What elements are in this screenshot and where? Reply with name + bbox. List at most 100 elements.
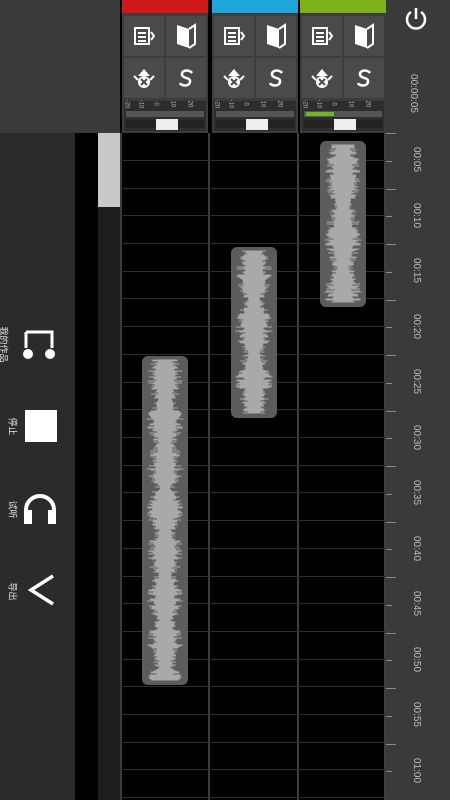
music-note-icon [23,330,55,359]
volume-slider-thumb[interactable] [156,119,178,130]
list-icon [312,27,333,45]
stop-icon [25,410,57,442]
ruler-label: 00:20 [411,313,423,340]
ruler-label: 00:05 [411,146,423,173]
sidebar: 我的作品 停止 试听 导出 [0,133,75,800]
ruler-label: 00:15 [411,257,423,284]
ruler-tick [386,494,392,495]
ruler-tick [386,605,392,606]
sidebar-item-label: 停止 [7,417,18,436]
audio-clip-track-3[interactable] [320,141,366,307]
volume-meter[interactable]: -20 -10 0 10 20 [123,100,206,131]
ruler-tick [386,383,392,384]
ruler-tick [386,216,392,217]
track-color-bar [122,0,208,13]
track-mute-button[interactable] [124,58,164,98]
grid-line [120,797,386,798]
door-icon [267,23,286,49]
track-color-bar [300,0,386,13]
ruler-label: 01:00 [411,757,423,784]
track-settings-button[interactable] [214,16,254,56]
ruler-label: 00:10 [411,202,423,229]
track-mute-button[interactable] [214,58,254,98]
ruler-tick [386,660,392,661]
grid-line [120,769,386,770]
ruler-tick [386,300,396,301]
track-mute-button[interactable] [302,58,342,98]
ruler-tick [386,244,396,245]
track-import-button[interactable] [256,16,296,56]
my-works-button[interactable]: 我的作品 [0,313,75,373]
track-import-button[interactable] [344,16,384,56]
mute-icon [223,69,245,88]
ruler-tick [386,355,396,356]
waveform [235,250,273,414]
sidebar-item-label: 我的作品 [0,326,9,363]
ruler-label: 00:25 [411,368,423,395]
ruler-label: 00:55 [411,701,423,728]
track-import-button[interactable] [166,16,206,56]
track-color-bar [212,0,298,13]
headphones-icon [24,494,56,524]
level-indicator [306,112,334,116]
door-icon [355,23,374,49]
ruler-label: 00:35 [411,479,423,506]
ruler-tick [386,633,396,634]
list-icon [134,27,155,45]
audio-clip-track-2[interactable] [231,247,277,418]
lane-divider [297,133,299,800]
track-solo-button[interactable] [344,58,384,98]
ruler-tick [386,716,392,717]
ruler-tick [386,744,396,745]
chevron-left-icon [27,574,54,606]
ruler-tick [386,327,392,328]
track-solo-button[interactable] [166,58,206,98]
solo-icon [356,69,371,87]
volume-meter[interactable]: -20 -10 0 10 20 [301,100,384,131]
ruler-tick [386,133,396,134]
ruler-tick [386,688,396,689]
ruler-tick [386,161,392,162]
stop-button[interactable]: 停止 [0,395,75,455]
ruler-label: 00:45 [411,590,423,617]
ruler-tick [386,549,392,550]
grid-line [120,686,386,687]
list-icon [224,27,245,45]
track-panel-3: -20 -10 0 10 20 [300,0,386,133]
top-left-panel [0,0,120,133]
scrollbar-track[interactable] [98,133,120,800]
ruler-tick [386,411,396,412]
export-button[interactable]: 导出 [0,560,75,620]
solo-icon [178,69,193,87]
waveform [146,359,184,681]
ruler-tick [386,577,396,578]
grid-line [120,742,386,743]
grid-line [120,714,386,715]
sidebar-item-label: 试听 [7,500,18,519]
lane-divider [208,133,210,800]
time-ruler[interactable]: 00:00:05 00:05 00:10 00:15 00:20 00:25 00:30 0… [386,0,450,800]
solo-icon [268,69,283,87]
ruler-label: 00:50 [411,646,423,673]
power-icon[interactable] [402,5,430,33]
track-settings-button[interactable] [302,16,342,56]
door-icon [177,23,196,49]
lane-divider [120,133,122,800]
track-solo-button[interactable] [256,58,296,98]
waveform [324,144,362,303]
ruler-tick [386,466,396,467]
track-settings-button[interactable] [124,16,164,56]
ruler-tick [386,438,392,439]
preview-button[interactable]: 试听 [0,478,75,538]
ruler-tick [386,522,396,523]
volume-meter[interactable]: -20 -10 0 10 20 [213,100,296,131]
scrollbar-thumb[interactable] [98,133,120,207]
ruler-tick [386,272,392,273]
current-time: 00:00:05 [407,74,419,113]
sidebar-gap [75,133,98,800]
sidebar-item-label: 导出 [7,582,18,601]
mute-icon [133,69,155,88]
volume-slider-thumb[interactable] [334,119,356,130]
audio-clip-track-1[interactable] [142,356,188,685]
volume-slider-thumb[interactable] [246,119,268,130]
